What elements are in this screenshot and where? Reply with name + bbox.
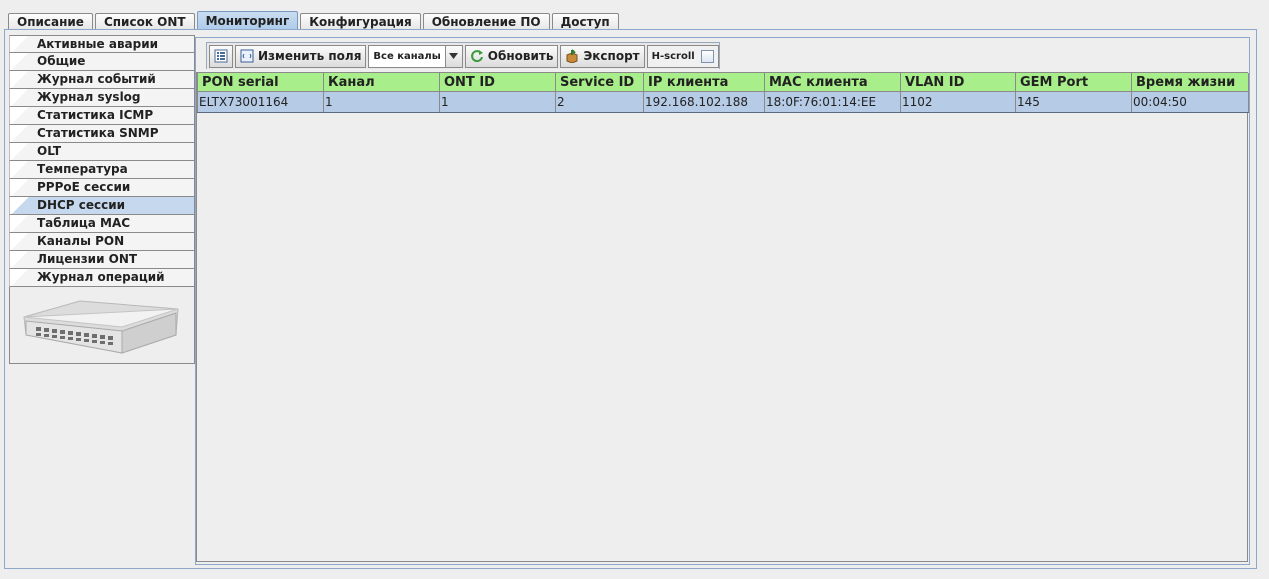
channel-select-value: Все каналы	[373, 50, 441, 62]
hscroll-checkbox[interactable]	[700, 49, 714, 63]
sidebar-item-dhcp-sessions[interactable]: DHCP сессии	[9, 197, 195, 215]
column-header-client-mac[interactable]: MAC клиента	[764, 73, 901, 92]
table-cell: 00:04:50	[1131, 91, 1249, 113]
tab-configuration[interactable]: Конфигурация	[300, 13, 421, 30]
sidebar: Активные аварии Общие Журнал событий Жур…	[9, 35, 195, 364]
column-header-lifetime[interactable]: Время жизни	[1131, 73, 1249, 92]
tab-firmware-update[interactable]: Обновление ПО	[422, 13, 550, 30]
sidebar-item-pppoe-sessions[interactable]: PPPoE сессии	[9, 179, 195, 197]
table-cell: 192.168.102.188	[643, 91, 765, 113]
edit-fields-button[interactable]: Изменить поля	[235, 44, 367, 68]
column-header-channel[interactable]: Канал	[323, 73, 440, 92]
top-tab-bar: Описание Список ONT Мониторинг Конфигура…	[8, 11, 621, 30]
list-icon	[214, 49, 228, 63]
export-button[interactable]: Экспорт	[560, 44, 645, 68]
refresh-button[interactable]: Обновить	[464, 44, 559, 68]
table-cell: 1102	[900, 91, 1016, 113]
sidebar-item-active-alarms[interactable]: Активные аварии	[9, 35, 195, 53]
device-image	[9, 287, 195, 364]
table-cell: 2	[555, 91, 644, 113]
refresh-icon	[470, 49, 484, 63]
column-header-service-id[interactable]: Service ID	[555, 73, 644, 92]
sidebar-item-pon-channels[interactable]: Каналы PON	[9, 233, 195, 251]
sidebar-item-olt[interactable]: OLT	[9, 143, 195, 161]
dhcp-sessions-table: PON serial Канал ONT ID Service ID IP кл…	[196, 72, 1249, 562]
tab-access[interactable]: Доступ	[551, 13, 619, 30]
edit-fields-label: Изменить поля	[258, 49, 362, 63]
toolbar: Изменить поля Все каналы Обновить Экспор…	[206, 42, 720, 69]
sidebar-item-temperature[interactable]: Температура	[9, 161, 195, 179]
refresh-label: Обновить	[487, 49, 554, 63]
table-row[interactable]: ELTX73001164 1 1 2 192.168.102.188 18:0F…	[197, 91, 1249, 113]
sidebar-item-syslog[interactable]: Журнал syslog	[9, 89, 195, 107]
sidebar-item-mac-table[interactable]: Таблица MAC	[9, 215, 195, 233]
columns-view-button[interactable]	[209, 44, 233, 68]
table-header-row: PON serial Канал ONT ID Service ID IP кл…	[197, 73, 1249, 92]
export-icon	[565, 49, 579, 63]
sidebar-item-event-log[interactable]: Журнал событий	[9, 71, 195, 89]
chevron-down-icon[interactable]	[444, 45, 462, 67]
edit-fields-icon	[240, 49, 254, 63]
hscroll-toggle[interactable]: H-scroll	[646, 44, 719, 68]
tab-monitoring[interactable]: Мониторинг	[196, 11, 299, 30]
sidebar-item-icmp-stats[interactable]: Статистика ICMP	[9, 107, 195, 125]
sidebar-item-general[interactable]: Общие	[9, 53, 195, 71]
channel-select[interactable]: Все каналы	[368, 44, 463, 68]
tab-ont-list[interactable]: Список ONT	[94, 13, 195, 30]
tab-description[interactable]: Описание	[8, 13, 93, 30]
column-header-gem-port[interactable]: GEM Port	[1015, 73, 1132, 92]
table-cell: 145	[1015, 91, 1132, 113]
sidebar-item-operations-log[interactable]: Журнал операций	[9, 269, 195, 287]
column-header-ont-id[interactable]: ONT ID	[439, 73, 556, 92]
column-header-vlan-id[interactable]: VLAN ID	[900, 73, 1016, 92]
export-label: Экспорт	[583, 49, 640, 63]
hscroll-label: H-scroll	[651, 50, 695, 62]
table-cell: 18:0F:76:01:14:EE	[764, 91, 901, 113]
table-cell: ELTX73001164	[197, 91, 324, 113]
sidebar-item-ont-licenses[interactable]: Лицензии ONT	[9, 251, 195, 269]
sidebar-item-snmp-stats[interactable]: Статистика SNMP	[9, 125, 195, 143]
table-cell: 1	[323, 91, 440, 113]
table-cell: 1	[439, 91, 556, 113]
olt-device-icon	[23, 300, 179, 354]
column-header-pon-serial[interactable]: PON serial	[197, 73, 324, 92]
column-header-client-ip[interactable]: IP клиента	[643, 73, 765, 92]
